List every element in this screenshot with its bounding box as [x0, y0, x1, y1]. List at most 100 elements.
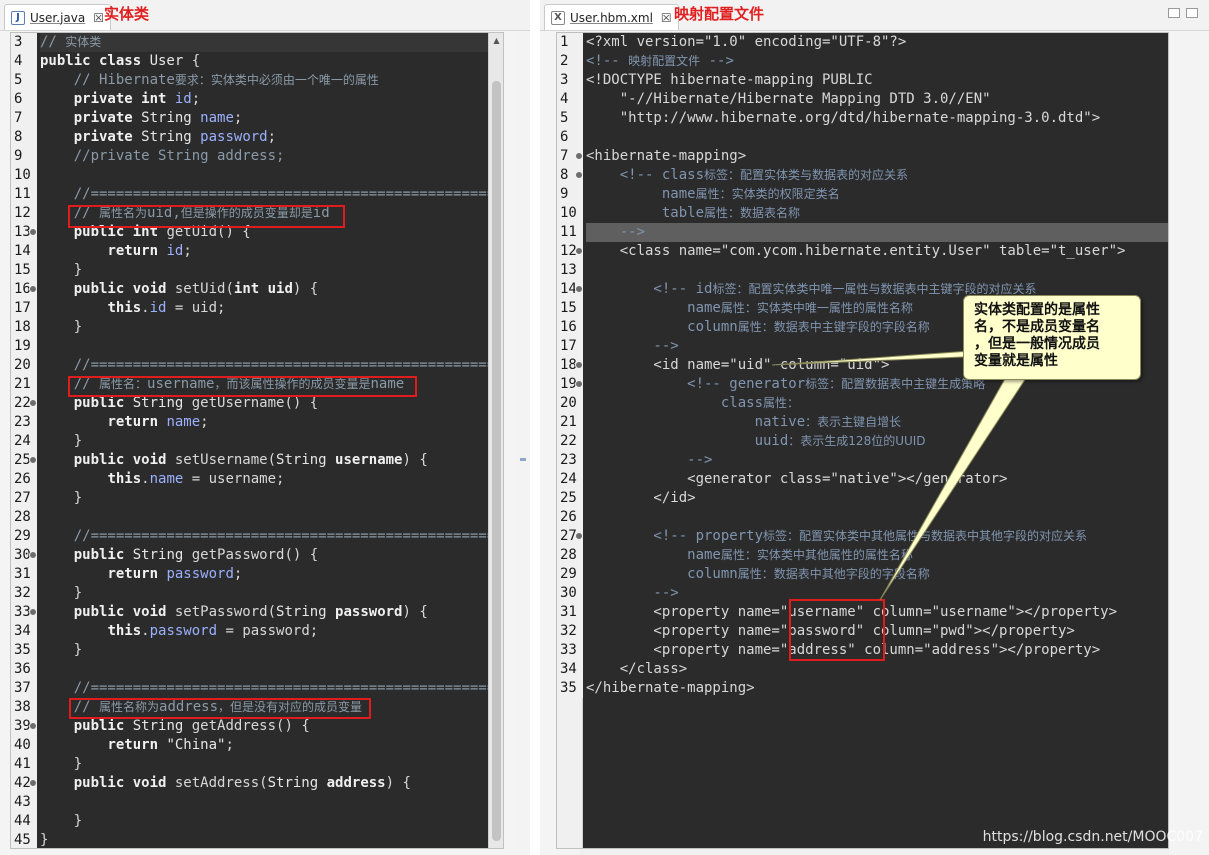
- code-line[interactable]: 16 public void setUid(int uid) {: [11, 280, 503, 299]
- code-text[interactable]: "http://www.hibernate.org/dtd/hibernate-…: [586, 109, 1168, 128]
- code-line[interactable]: 26 this.name = username;: [11, 470, 503, 489]
- code-text[interactable]: table属性：数据表名称: [586, 204, 1168, 223]
- vertical-scrollbar[interactable]: ▲: [488, 33, 503, 848]
- code-line[interactable]: 28: [11, 508, 503, 527]
- code-line[interactable]: 21 // 属性名：username，而该属性操作的成员变量是name: [11, 375, 503, 394]
- code-line[interactable]: 21 native：表示主键自增长: [557, 413, 1168, 432]
- code-text[interactable]: <property name="password" column="pwd"><…: [586, 622, 1168, 641]
- code-text[interactable]: return id;: [40, 242, 503, 261]
- code-line[interactable]: 32 <property name="password" column="pwd…: [557, 622, 1168, 641]
- code-text[interactable]: public class User {: [40, 52, 503, 71]
- fold-toggle-icon[interactable]: [575, 380, 583, 388]
- code-text[interactable]: public int getUid() {: [40, 223, 503, 242]
- code-text[interactable]: -->: [586, 584, 1168, 603]
- code-line[interactable]: 36: [11, 660, 503, 679]
- code-line[interactable]: 12 <class name="com.ycom.hibernate.entit…: [557, 242, 1168, 261]
- close-icon[interactable]: ☒: [93, 11, 104, 25]
- fold-toggle-icon[interactable]: [575, 171, 583, 179]
- code-text[interactable]: native：表示主键自增长: [586, 413, 1168, 432]
- code-text[interactable]: }: [40, 432, 503, 451]
- code-line[interactable]: 45}: [11, 831, 503, 848]
- fold-toggle-icon[interactable]: [575, 532, 583, 540]
- code-line[interactable]: 4 public class User {: [11, 52, 503, 71]
- fold-toggle-icon[interactable]: [575, 152, 583, 160]
- code-line[interactable]: 9 name属性：实体类的权限定类名: [557, 185, 1168, 204]
- code-line[interactable]: 24 }: [11, 432, 503, 451]
- code-line[interactable]: 5 "http://www.hibernate.org/dtd/hibernat…: [557, 109, 1168, 128]
- code-line[interactable]: 22 uuid：表示生成128位的UUID: [557, 432, 1168, 451]
- code-text[interactable]: // Hibernate要求：实体类中必须由一个唯一的属性: [40, 71, 503, 90]
- code-text[interactable]: }: [40, 831, 503, 848]
- code-line[interactable]: 7 private String name;: [11, 109, 503, 128]
- minimize-icon[interactable]: [1168, 8, 1180, 18]
- code-line[interactable]: 13: [557, 261, 1168, 280]
- code-line[interactable]: 23 return name;: [11, 413, 503, 432]
- code-line[interactable]: 32 }: [11, 584, 503, 603]
- fold-toggle-icon[interactable]: [29, 779, 37, 787]
- code-text[interactable]: return password;: [40, 565, 503, 584]
- code-line[interactable]: 11 //===================================…: [11, 185, 503, 204]
- code-text[interactable]: //======================================…: [40, 527, 503, 546]
- code-line[interactable]: 39 public String getAddress() {: [11, 717, 503, 736]
- code-line[interactable]: 25 public void setUsername(String userna…: [11, 451, 503, 470]
- horizontal-scrollbar[interactable]: [580, 849, 1169, 855]
- code-line[interactable]: 34 this.password = password;: [11, 622, 503, 641]
- code-text[interactable]: uuid：表示生成128位的UUID: [586, 432, 1168, 451]
- code-text[interactable]: <class name="com.ycom.hibernate.entity.U…: [586, 242, 1168, 261]
- code-text[interactable]: <property name="username" column="userna…: [586, 603, 1168, 622]
- code-line[interactable]: 20 //===================================…: [11, 356, 503, 375]
- code-line[interactable]: 30 public String getPassword() {: [11, 546, 503, 565]
- xml-code-editor[interactable]: 1 <?xml version="1.0" encoding="UTF-8"?> 2…: [556, 32, 1169, 849]
- code-text[interactable]: </class>: [586, 660, 1168, 679]
- code-line[interactable]: 14 return id;: [11, 242, 503, 261]
- code-line[interactable]: 24 <generator class="native"></generator…: [557, 470, 1168, 489]
- code-line[interactable]: 10 table属性：数据表名称: [557, 204, 1168, 223]
- code-text[interactable]: public String getUsername() {: [40, 394, 503, 413]
- code-line[interactable]: 22 public String getUsername() {: [11, 394, 503, 413]
- fold-toggle-icon[interactable]: [29, 551, 37, 559]
- code-line[interactable]: 17 this.id = uid;: [11, 299, 503, 318]
- code-text[interactable]: <hibernate-mapping>: [586, 147, 1168, 166]
- code-line[interactable]: 6 private int id;: [11, 90, 503, 109]
- fold-toggle-icon[interactable]: [575, 247, 583, 255]
- code-text[interactable]: -->: [586, 223, 1168, 242]
- code-text[interactable]: name属性：实体类的权限定类名: [586, 185, 1168, 204]
- code-text[interactable]: public void setAddress(String address) {: [40, 774, 503, 793]
- code-text[interactable]: // 属性名为uid,但是操作的成员变量却是id: [40, 204, 503, 223]
- code-line[interactable]: 23 -->: [557, 451, 1168, 470]
- maximize-icon[interactable]: [1186, 8, 1198, 18]
- code-text[interactable]: public void setUid(int uid) {: [40, 280, 503, 299]
- code-text[interactable]: <!-- 映射配置文件 -->: [586, 52, 1168, 71]
- code-text[interactable]: }: [40, 261, 503, 280]
- code-text[interactable]: private String name;: [40, 109, 503, 128]
- code-line[interactable]: 12 // 属性名为uid,但是操作的成员变量却是id: [11, 204, 503, 223]
- code-text[interactable]: //======================================…: [40, 356, 503, 375]
- code-text[interactable]: <!-- property标签：配置实体类中其他属性与数据表中其他字段的对应关系: [586, 527, 1168, 546]
- code-text[interactable]: [40, 660, 503, 679]
- code-text[interactable]: </hibernate-mapping>: [586, 679, 1168, 698]
- code-line[interactable]: 40 return "China";: [11, 736, 503, 755]
- fold-toggle-icon[interactable]: [29, 456, 37, 464]
- code-line[interactable]: 20 class属性：: [557, 394, 1168, 413]
- close-icon[interactable]: ☒: [661, 11, 672, 25]
- fold-toggle-icon[interactable]: [29, 722, 37, 730]
- code-line[interactable]: 5 // Hibernate要求：实体类中必须由一个唯一的属性: [11, 71, 503, 90]
- code-text[interactable]: }: [40, 641, 503, 660]
- code-line[interactable]: 42 public void setAddress(String address…: [11, 774, 503, 793]
- fold-toggle-icon[interactable]: [575, 285, 583, 293]
- code-text[interactable]: <!-- class标签：配置实体类与数据表的对应关系: [586, 166, 1168, 185]
- scrollbar-thumb[interactable]: [492, 81, 501, 841]
- code-text[interactable]: [40, 793, 503, 812]
- code-text[interactable]: //private String address;: [40, 147, 503, 166]
- code-text[interactable]: [40, 508, 503, 527]
- code-text[interactable]: return name;: [40, 413, 503, 432]
- code-text[interactable]: [586, 508, 1168, 527]
- code-line[interactable]: 2 <!-- 映射配置文件 -->: [557, 52, 1168, 71]
- code-text[interactable]: <property name="address" column="address…: [586, 641, 1168, 660]
- overview-ruler[interactable]: [1180, 32, 1200, 848]
- code-line[interactable]: 35 }: [11, 641, 503, 660]
- code-line[interactable]: 44 }: [11, 812, 503, 831]
- code-line[interactable]: 31 return password;: [11, 565, 503, 584]
- fold-toggle-icon[interactable]: [575, 361, 583, 369]
- code-text[interactable]: public void setUsername(String username)…: [40, 451, 503, 470]
